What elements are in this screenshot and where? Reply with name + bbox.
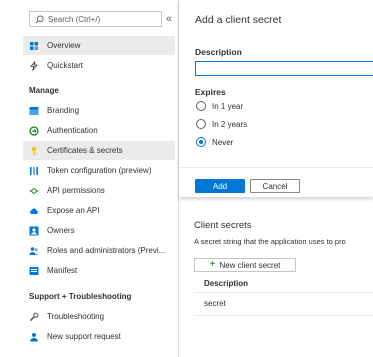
search-icon xyxy=(35,14,44,24)
radio-label: In 1 year xyxy=(212,101,244,111)
sidebar-item-label: API permissions xyxy=(47,186,105,195)
sidebar-item-authentication[interactable]: Authentication xyxy=(23,121,175,140)
token-config-icon xyxy=(29,166,39,176)
table-row-divider xyxy=(194,315,373,316)
description-column-header: Description xyxy=(204,279,249,288)
sidebar-item-certificates-secrets[interactable]: Certificates & secrets xyxy=(23,141,175,160)
description-input[interactable] xyxy=(195,61,373,76)
sidebar-item-label: Overview xyxy=(47,41,81,50)
sidebar-item-troubleshooting[interactable]: Troubleshooting xyxy=(23,307,175,326)
sidebar-item-label: Authentication xyxy=(47,126,98,135)
radio-unchecked-icon xyxy=(196,119,206,129)
overview-icon xyxy=(29,41,39,51)
search-placeholder: Search (Ctrl+/) xyxy=(48,14,101,24)
roles-icon xyxy=(29,246,39,256)
table-header-divider xyxy=(194,292,373,293)
sidebar-item-new-support-request[interactable]: New support request xyxy=(23,327,175,346)
client-secrets-description: A secret string that the application use… xyxy=(194,237,346,246)
branding-icon xyxy=(29,106,39,116)
sidebar-item-label: Expose an API xyxy=(47,206,100,215)
quickstart-icon xyxy=(29,60,39,71)
sidebar: Search (Ctrl+/) « Overview Quickstart Ma… xyxy=(0,0,178,357)
search-box[interactable]: Search (Ctrl+/) xyxy=(29,11,162,27)
radio-checked-icon xyxy=(196,137,206,147)
new-client-secret-button[interactable]: + New client secret xyxy=(194,258,296,272)
expires-option-2-years[interactable]: In 2 years xyxy=(196,119,247,129)
sidebar-item-manifest[interactable]: Manifest xyxy=(23,261,175,280)
expires-option-1-year[interactable]: In 1 year xyxy=(196,101,243,111)
cloud-icon xyxy=(29,206,39,216)
wrench-icon xyxy=(29,312,39,322)
key-icon xyxy=(29,146,39,156)
add-client-secret-panel: Add a client secret Description Expires … xyxy=(179,0,373,197)
panel-footer-divider xyxy=(179,167,373,168)
radio-label: In 2 years xyxy=(212,119,248,129)
support-section-label: Support + Troubleshooting xyxy=(29,292,132,301)
collapse-sidebar-icon[interactable]: « xyxy=(166,12,172,26)
sidebar-item-quickstart[interactable]: Quickstart xyxy=(23,56,175,75)
add-button[interactable]: Add xyxy=(195,179,245,193)
description-label: Description xyxy=(195,47,242,57)
sidebar-item-label: Troubleshooting xyxy=(47,312,105,321)
sidebar-item-label: Owners xyxy=(47,226,75,235)
sidebar-item-overview[interactable]: Overview xyxy=(23,36,175,55)
secret-row-description: secret xyxy=(204,299,226,308)
sidebar-item-label: Quickstart xyxy=(47,61,84,70)
api-permissions-icon xyxy=(29,186,39,196)
expires-label: Expires xyxy=(195,87,226,97)
support-request-icon xyxy=(29,332,39,342)
client-secrets-heading: Client secrets xyxy=(194,220,252,231)
sidebar-item-label: Token configuration (preview) xyxy=(47,166,152,175)
sidebar-item-roles-administrators[interactable]: Roles and administrators (Previ... xyxy=(23,241,175,260)
manage-section-label: Manage xyxy=(29,86,59,95)
sidebar-item-label: Roles and administrators (Previ... xyxy=(47,246,166,255)
plus-icon: + xyxy=(209,259,216,270)
sidebar-item-branding[interactable]: Branding xyxy=(23,101,175,120)
authentication-icon xyxy=(29,125,39,136)
sidebar-item-label: Certificates & secrets xyxy=(47,146,123,155)
sidebar-item-owners[interactable]: Owners xyxy=(23,221,175,240)
expires-option-never[interactable]: Never xyxy=(196,137,233,147)
sidebar-item-label: New support request xyxy=(47,332,121,341)
owners-icon xyxy=(29,226,39,236)
sidebar-item-label: Manifest xyxy=(47,266,78,275)
radio-unchecked-icon xyxy=(196,101,206,111)
sidebar-item-token-configuration[interactable]: Token configuration (preview) xyxy=(23,161,175,180)
panel-title: Add a client secret xyxy=(195,14,282,26)
sidebar-item-expose-api[interactable]: Expose an API xyxy=(23,201,175,220)
radio-label: Never xyxy=(212,137,234,147)
sidebar-item-api-permissions[interactable]: API permissions xyxy=(23,181,175,200)
sidebar-item-label: Branding xyxy=(47,106,80,115)
cancel-button[interactable]: Cancel xyxy=(250,179,300,193)
manifest-icon xyxy=(29,266,39,276)
new-client-secret-label: New client secret xyxy=(219,260,281,270)
